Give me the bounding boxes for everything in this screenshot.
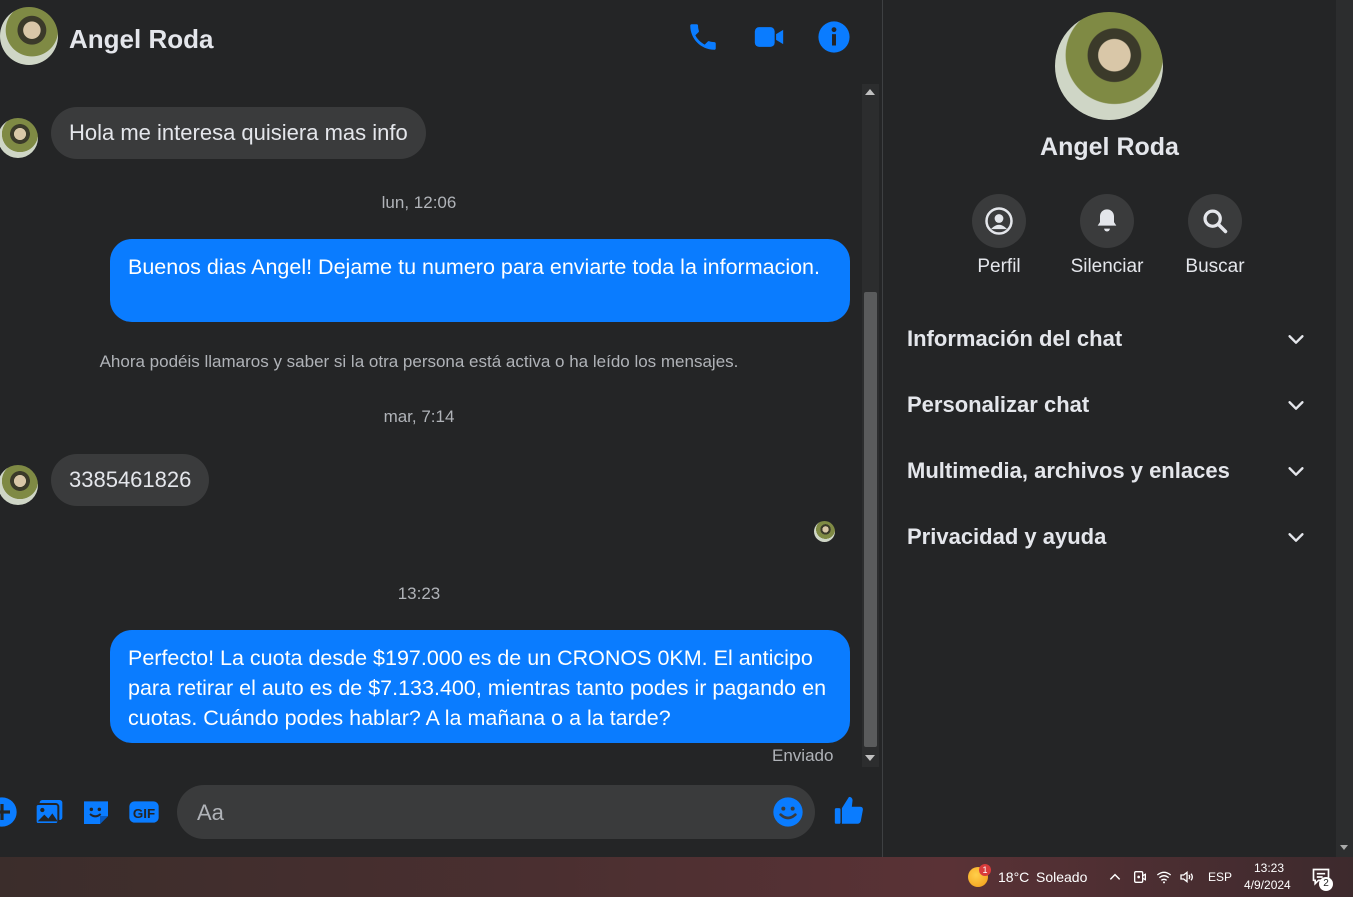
chevron-down-icon	[1288, 335, 1304, 344]
phone-call-icon[interactable]	[686, 20, 720, 54]
system-notice: Ahora podéis llamaros y saber si la otra…	[99, 352, 739, 371]
message-list: Hola me interesa quisiera mas info lun, …	[0, 84, 862, 770]
page-scrollbar[interactable]	[1336, 0, 1353, 857]
profile-button[interactable]: Perfil	[959, 194, 1039, 278]
profile-label: Perfil	[977, 256, 1021, 277]
section-title: Multimedia, archivos y enlaces	[907, 458, 1230, 483]
input-language[interactable]: ESP	[1208, 870, 1232, 884]
section-chat-info[interactable]: Información del chat	[907, 320, 1317, 360]
scroll-up-icon[interactable]	[865, 89, 875, 95]
info-icon[interactable]	[817, 20, 851, 54]
sticker-icon[interactable]	[80, 796, 112, 828]
incoming-message[interactable]: 3385461826	[51, 454, 210, 506]
timestamp: mar, 7:14	[383, 407, 455, 426]
emoji-icon[interactable]	[772, 796, 804, 828]
sender-avatar	[0, 118, 38, 158]
photo-icon[interactable]	[33, 796, 65, 828]
timestamp: 13:23	[397, 584, 441, 603]
notification-count: 2	[1319, 877, 1333, 891]
search-button[interactable]: Buscar	[1175, 194, 1255, 278]
windows-taskbar: 1 18°C Soleado ESP 13:23 4/9/2024 2	[0, 857, 1353, 897]
seen-avatar	[814, 521, 835, 542]
conversation-details-panel: Angel Roda Perfil Silenciar Buscar Infor…	[883, 0, 1336, 857]
gif-icon[interactable]: GIF	[128, 796, 160, 828]
bell-icon	[1097, 209, 1117, 232]
message-scrollbar[interactable]	[862, 84, 879, 767]
chevron-down-icon	[1288, 533, 1304, 542]
weather-temperature[interactable]: 18°C	[998, 869, 1029, 885]
clock-date[interactable]: 4/9/2024	[1244, 878, 1291, 892]
mute-button[interactable]: Silenciar	[1067, 194, 1147, 278]
weather-condition[interactable]: Soleado	[1036, 869, 1087, 885]
thumbs-up-icon[interactable]	[832, 794, 866, 828]
speaker-icon[interactable]	[1179, 869, 1195, 885]
contact-avatar[interactable]	[0, 7, 58, 65]
wifi-icon[interactable]	[1156, 869, 1172, 885]
plus-icon[interactable]	[0, 796, 18, 828]
section-title: Personalizar chat	[907, 392, 1090, 417]
video-call-icon[interactable]	[752, 20, 786, 54]
chevron-down-icon	[1288, 401, 1304, 410]
weather-badge: 1	[979, 864, 991, 876]
sent-status: Enviado	[772, 746, 834, 765]
message-input-box[interactable]	[177, 785, 815, 841]
scroll-down-icon[interactable]	[1340, 845, 1348, 850]
section-privacy-help[interactable]: Privacidad y ayuda	[907, 518, 1317, 558]
profile-name[interactable]: Angel Roda	[883, 133, 1336, 162]
sender-avatar	[0, 465, 38, 505]
clock-time[interactable]: 13:23	[1254, 861, 1284, 875]
message-input[interactable]	[195, 785, 769, 841]
search-icon	[1203, 209, 1228, 234]
svg-text:GIF: GIF	[133, 806, 155, 821]
outgoing-message[interactable]: Perfecto! La cuota desde $197.000 es de …	[110, 630, 850, 743]
chat-header: Angel Roda	[0, 0, 882, 78]
section-customize-chat[interactable]: Personalizar chat	[907, 386, 1317, 426]
mute-label: Silenciar	[1070, 256, 1144, 277]
scroll-thumb[interactable]	[864, 292, 877, 747]
section-title: Información del chat	[907, 326, 1123, 351]
scroll-down-icon[interactable]	[865, 755, 875, 761]
timestamp: lun, 12:06	[381, 193, 457, 212]
chat-window: Angel Roda Hola me interesa quisiera mas…	[0, 0, 882, 857]
section-title: Privacidad y ayuda	[907, 524, 1107, 549]
message-composer: GIF	[0, 782, 882, 842]
contact-name[interactable]: Angel Roda	[69, 24, 213, 55]
section-media-files-links[interactable]: Multimedia, archivos y enlaces	[907, 452, 1317, 492]
outgoing-message[interactable]: Buenos dias Angel! Dejame tu numero para…	[110, 239, 850, 322]
profile-avatar[interactable]	[1055, 12, 1163, 120]
meet-now-icon[interactable]	[1132, 869, 1148, 885]
chevron-down-icon	[1288, 467, 1304, 476]
incoming-message[interactable]: Hola me interesa quisiera mas info	[51, 107, 426, 159]
profile-icon	[985, 207, 1013, 235]
chevron-up-icon[interactable]	[1108, 870, 1122, 884]
search-label: Buscar	[1185, 256, 1245, 277]
